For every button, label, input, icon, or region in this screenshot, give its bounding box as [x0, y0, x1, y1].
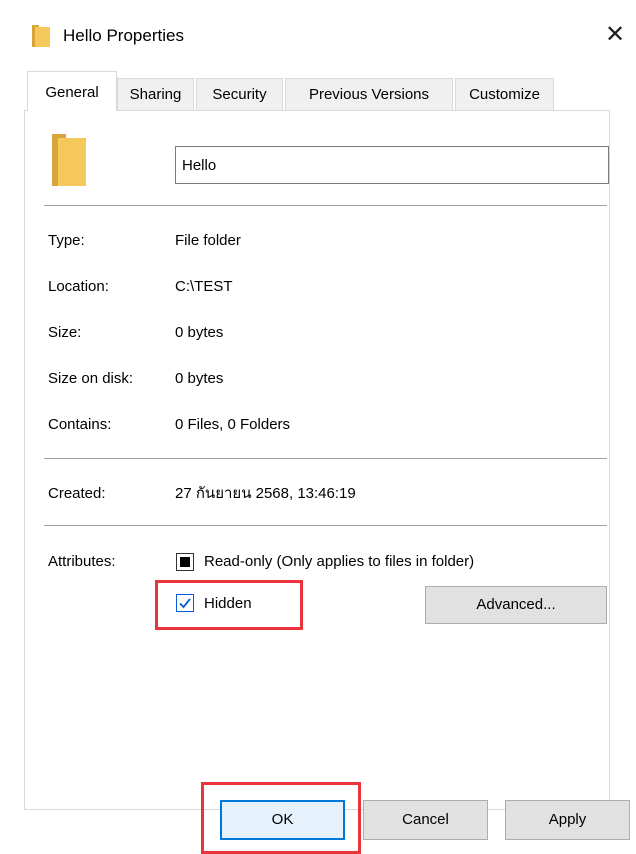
- apply-button[interactable]: Apply: [505, 800, 630, 840]
- size-on-disk-value: 0 bytes: [175, 370, 224, 387]
- size-on-disk-label: Size on disk:: [48, 370, 134, 387]
- contains-value: 0 Files, 0 Folders: [175, 416, 291, 433]
- advanced-button[interactable]: Advanced...: [425, 586, 607, 624]
- ok-button[interactable]: OK: [220, 800, 345, 840]
- hidden-label[interactable]: Hidden: [204, 594, 252, 614]
- readonly-label[interactable]: Read-only (Only applies to files in fold…: [204, 552, 474, 572]
- separator: [44, 525, 607, 526]
- window-title: Hello Properties: [63, 26, 184, 45]
- readonly-indeterminate-mark: [180, 557, 190, 567]
- tab-security[interactable]: Security: [196, 78, 283, 110]
- contains-label: Contains:: [48, 416, 112, 433]
- cancel-button[interactable]: Cancel: [363, 800, 488, 840]
- location-value: C:\TEST: [175, 278, 233, 295]
- general-panel: [24, 110, 610, 810]
- tab-customize[interactable]: Customize: [455, 78, 554, 110]
- tab-previous-versions[interactable]: Previous Versions: [285, 78, 453, 110]
- hidden-checkbox[interactable]: [176, 594, 194, 612]
- folder-name-input[interactable]: [175, 146, 609, 184]
- close-button[interactable]: ✕: [600, 18, 630, 52]
- created-value: 27 กันยายน 2568, 13:46:19: [175, 485, 356, 502]
- checkmark-icon: [179, 598, 191, 609]
- attributes-label: Attributes:: [48, 553, 116, 570]
- tab-sharing[interactable]: Sharing: [117, 78, 194, 110]
- separator: [44, 458, 607, 459]
- size-value: 0 bytes: [175, 324, 224, 341]
- type-label: Type:: [48, 232, 85, 249]
- tab-general[interactable]: General: [27, 71, 117, 111]
- location-label: Location:: [48, 278, 109, 295]
- type-value: File folder: [175, 232, 241, 249]
- folder-icon: [52, 134, 86, 186]
- folder-icon: [32, 25, 50, 47]
- size-label: Size:: [48, 324, 82, 341]
- created-label: Created:: [48, 485, 106, 502]
- separator: [44, 205, 607, 206]
